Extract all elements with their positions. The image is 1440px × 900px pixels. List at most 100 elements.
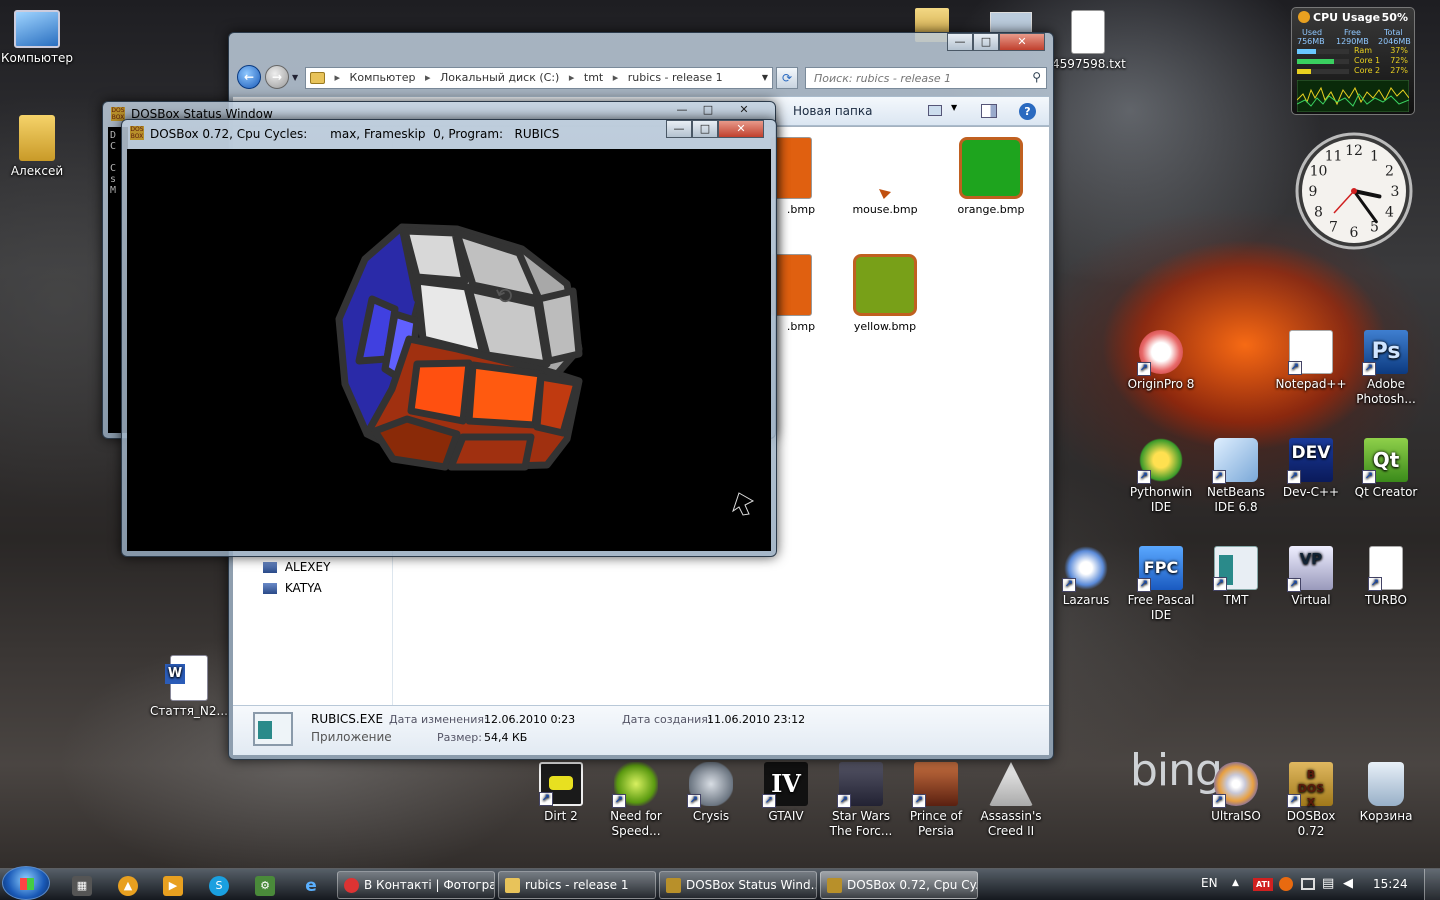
view-options-icon[interactable] [928,105,942,116]
desktop-icon-dirt2[interactable]: ↗ Dirt 2 [525,762,597,824]
cpu-usage-gadget[interactable]: CPU Usage 50% Used Free Total 756MB 1290… [1291,7,1415,115]
ati-icon[interactable]: ATI [1253,878,1273,891]
network-icon[interactable]: ▤ [1322,876,1334,891]
quicklaunch-aimp-icon[interactable]: ▲ [118,876,138,896]
desktop-icon-word-doc[interactable]: W Стаття_N2... [150,655,228,719]
search-input[interactable] [806,68,1016,88]
minimize-button[interactable]: — [666,120,692,138]
desktop-icon-notepadpp[interactable]: ↗ Notepad++ [1275,330,1347,392]
breadcrumb-item[interactable]: tmt [584,71,603,84]
shortcut-arrow-icon: ↗ [1287,470,1301,484]
quicklaunch-ie-icon[interactable]: e [301,876,321,896]
task-button-vkontakte[interactable]: В Контакті | Фотогра... [337,871,495,899]
tray-device-icon[interactable] [1301,878,1315,890]
start-button[interactable] [2,866,50,900]
desktop-icon-starwars[interactable]: ↗ Star Wars The Forc... [825,762,897,839]
help-icon[interactable]: ? [1019,103,1036,120]
clock-gadget[interactable]: 12 1234567891011 [1294,131,1414,251]
show-desktop-button[interactable] [1424,869,1440,900]
desktop-icon-virtual[interactable]: VP ↗ Virtual [1275,546,1347,608]
nav-item-katya[interactable]: KATYA [263,581,322,595]
tray-app-icon[interactable] [1279,877,1293,891]
mouse-cursor-icon [732,492,755,516]
file-item[interactable]: .bmp [769,137,849,216]
breadcrumb-item[interactable]: Локальный диск (C:) [440,71,559,84]
search-box[interactable]: ⚲ [805,67,1047,89]
desktop-icon-pythonwin[interactable]: ↗ Pythonwin IDE [1125,438,1197,515]
core2-bar [1297,69,1349,74]
maximize-button[interactable]: □ [692,120,718,138]
clock-numeral: 1 [1370,148,1379,164]
close-button[interactable]: ✕ [718,120,764,138]
file-item[interactable]: orange.bmp [951,137,1031,216]
desktop-icon-gtaiv[interactable]: IV ↗ GTAIV [750,762,822,824]
core1-label: Core 1 [1354,56,1381,65]
core1-value: 72% [1390,56,1408,65]
quicklaunch-calc-icon[interactable]: ▦ [72,876,92,896]
quicklaunch-skype-icon[interactable]: S [209,876,229,896]
task-button-explorer[interactable]: rubics - release 1 [498,871,656,899]
desktop-icon-crysis[interactable]: ↗ Crysis [675,762,747,824]
desktop-icon-devcpp[interactable]: DEV ↗ Dev-C++ [1275,438,1347,500]
search-icon[interactable]: ⚲ [1032,70,1041,84]
quicklaunch-media-icon[interactable]: ▶ [163,876,183,896]
close-button[interactable]: ✕ [999,33,1045,51]
desktop-icon-lazarus[interactable]: ↗ Lazarus [1050,546,1122,608]
desktop-icon-turbo[interactable]: ↗ TURBO [1350,546,1422,608]
desktop-icon-tmt[interactable]: ↗ TMT [1200,546,1272,608]
minimize-button[interactable]: — [947,33,973,51]
desktop-icon-nfs[interactable]: ↗ Need for Speed... [600,762,672,839]
back-button[interactable]: ← [237,65,261,89]
desktop-icon-photoshop[interactable]: Ps ↗ Adobe Photosh... [1350,330,1422,407]
desktop-icon-originpro[interactable]: ↗ OriginPro 8 [1125,330,1197,392]
file-item[interactable]: yellow.bmp [845,254,925,333]
dirt2-icon: ↗ [539,762,583,806]
desktop-icon-txt-file[interactable]: 4597598.txt [1052,10,1126,72]
bmp-thumbnail [853,254,917,316]
maximize-button[interactable]: □ [973,33,999,51]
file-item[interactable]: mouse.bmp [845,137,925,216]
history-dropdown-icon[interactable]: ▼ [292,73,298,82]
minimize-button[interactable]: — [669,102,695,120]
nav-item-alexey[interactable]: ALEXEY [263,560,330,574]
desktop-icon-computer[interactable]: Компьютер [1,10,73,66]
forward-button[interactable]: → [265,65,289,89]
clock-numeral: 2 [1385,164,1394,180]
close-button[interactable]: ✕ [721,102,767,120]
breadcrumb-item[interactable]: rubics - release 1 [628,71,723,84]
preview-pane-icon[interactable] [981,104,997,118]
dosbox-screen[interactable]: ⟲ [127,149,771,551]
file-item[interactable]: .bmp [769,254,849,333]
desktop-icon-qt[interactable]: Qt ↗ Qt Creator [1350,438,1422,500]
task-button-dosbox-main[interactable]: DOSBox 0.72, Cpu Cy... [820,871,978,899]
desktop-icon-label: Need for Speed... [610,809,662,838]
desktop-icon-assassins[interactable]: Assassin's Creed II [975,762,1047,839]
clock-time[interactable]: 15:24 [1373,877,1408,891]
view-dropdown-icon[interactable]: ▼ [951,103,957,112]
desktop-icon-label: TURBO [1365,593,1407,607]
size-label: Размер: [437,731,482,744]
desktop-icon-label: Crysis [692,809,730,823]
quicklaunch-tool-icon[interactable]: ⚙ [255,876,275,896]
task-button-dosbox-status[interactable]: DOSBox Status Wind... [659,871,817,899]
desktop-icon-label: UltraISO [1211,809,1261,823]
desktop-icon-user-folder[interactable]: Алексей [1,115,73,179]
desktop-icon-ultraiso[interactable]: ↗ UltraISO [1200,762,1272,824]
desktop-icon-netbeans[interactable]: ↗ NetBeans IDE 6.8 [1200,438,1272,515]
dosbox-window[interactable]: DOS BOX DOSBox 0.72, Cpu Cycles: max, Fr… [121,119,777,557]
desktop-icon-fpc[interactable]: FPC ↗ Free Pascal IDE [1125,546,1197,623]
breadcrumb-item[interactable]: Компьютер [350,71,416,84]
desktop-icon-dosbox[interactable]: B DOS X ↗ DOSBox 0.72 [1275,762,1347,839]
desktop-icon-label: Lazarus [1062,593,1110,607]
volume-icon[interactable]: ◀ [1343,876,1353,891]
language-indicator[interactable]: EN [1201,876,1218,890]
new-folder-button[interactable]: Новая папка [793,104,872,118]
address-dropdown-icon[interactable]: ▼ [762,68,768,88]
address-bar[interactable]: ▸ Компьютер ▸ Локальный диск (C:) ▸ tmt … [305,67,773,89]
desktop-icon-label: Dev-C++ [1282,485,1340,499]
refresh-icon[interactable]: ⟳ [776,67,798,89]
maximize-button[interactable]: □ [695,102,721,120]
tray-expand-icon[interactable]: ▲ [1232,878,1239,888]
desktop-icon-prince[interactable]: ↗ Prince of Persia [900,762,972,839]
desktop-icon-recycle[interactable]: Корзина [1350,762,1422,824]
